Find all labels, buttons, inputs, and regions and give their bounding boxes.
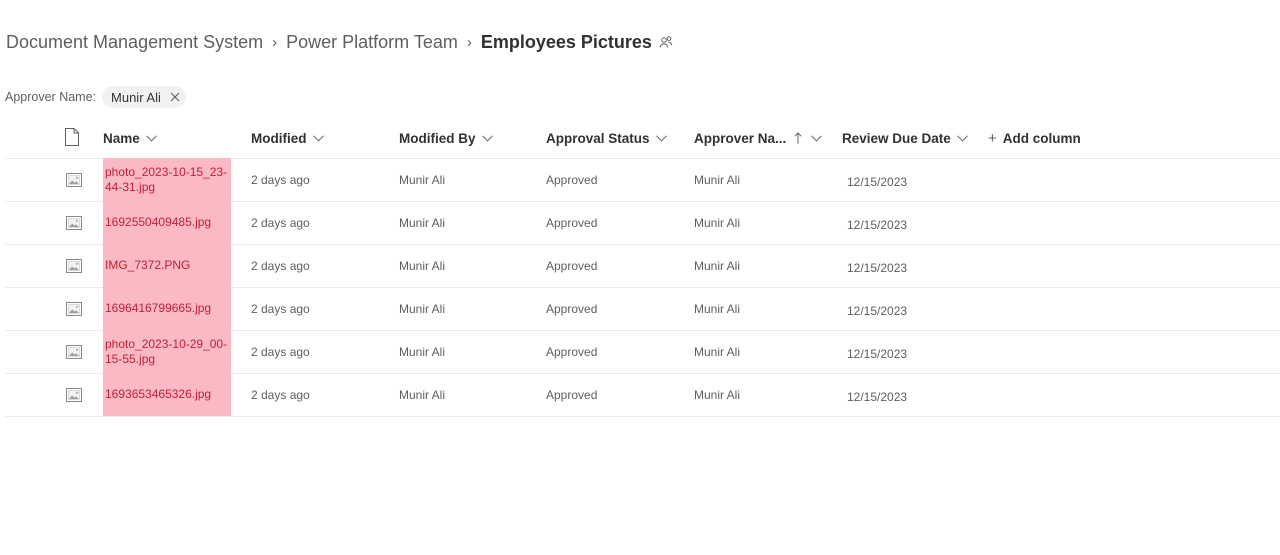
file-name-link[interactable]: photo_2023-10-15_23-44-31.jpg (103, 158, 231, 201)
review-due-date-cell: 12/15/2023 (847, 175, 908, 189)
column-header-label: Review Due Date (842, 130, 951, 146)
approver-name-cell[interactable]: Munir Ali (694, 159, 740, 201)
review-due-date-cell: 12/15/2023 (847, 261, 908, 275)
column-header-label: Modified By (399, 130, 476, 146)
close-icon[interactable] (170, 92, 180, 102)
chevron-down-icon (956, 134, 968, 142)
approval-status-cell: Approved (546, 388, 598, 402)
image-file-icon (66, 344, 82, 360)
review-due-date-cell: 12/15/2023 (847, 218, 908, 232)
document-list: photo_2023-10-15_23-44-31.jpg 2 days ago… (5, 158, 1280, 417)
column-header-review-due-date[interactable]: Review Due Date (842, 118, 968, 158)
approver-name-cell[interactable]: Munir Ali (694, 331, 740, 373)
review-due-date-cell: 12/15/2023 (847, 304, 908, 318)
people-icon[interactable] (659, 35, 673, 49)
approver-name-cell[interactable]: Munir Ali (694, 288, 740, 330)
file-name-link[interactable]: 1692550409485.jpg (103, 201, 231, 244)
modified-cell: 2 days ago (251, 173, 310, 187)
chevron-down-icon (655, 134, 667, 142)
column-header-row: Name Modified Modified By Approval Statu… (5, 118, 1280, 159)
modified-cell: 2 days ago (251, 302, 310, 316)
image-file-icon (66, 215, 82, 231)
table-row[interactable]: 1693653465326.jpg 2 days ago Munir Ali A… (5, 373, 1280, 417)
modified-cell: 2 days ago (251, 388, 310, 402)
add-column-button[interactable]: + Add column (988, 118, 1081, 158)
file-name-link[interactable]: photo_2023-10-29_00-15-55.jpg (103, 330, 231, 373)
file-name-link[interactable]: IMG_7372.PNG (103, 244, 231, 287)
approver-name-cell[interactable]: Munir Ali (694, 245, 740, 287)
breadcrumb-item-document-management-system[interactable]: Document Management System (6, 32, 263, 53)
table-row[interactable]: photo_2023-10-29_00-15-55.jpg 2 days ago… (5, 330, 1280, 374)
chevron-down-icon (481, 134, 493, 142)
chevron-down-icon (811, 134, 823, 142)
image-file-icon (66, 172, 82, 188)
document-icon (64, 127, 80, 149)
modified-by-cell[interactable]: Munir Ali (399, 374, 445, 416)
approval-status-cell: Approved (546, 345, 598, 359)
file-type-column-header[interactable] (64, 118, 80, 158)
modified-cell: 2 days ago (251, 259, 310, 273)
add-column-label: Add column (1002, 130, 1081, 146)
file-name-link[interactable]: 1693653465326.jpg (103, 373, 231, 416)
column-header-label: Approver Na... (694, 130, 787, 146)
table-row[interactable]: 1692550409485.jpg 2 days ago Munir Ali A… (5, 201, 1280, 245)
modified-by-cell[interactable]: Munir Ali (399, 288, 445, 330)
approver-name-cell[interactable]: Munir Ali (694, 202, 740, 244)
approval-status-cell: Approved (546, 216, 598, 230)
chevron-down-icon (145, 134, 157, 142)
column-header-modified[interactable]: Modified (251, 118, 324, 158)
plus-icon: + (988, 129, 997, 147)
breadcrumb: Document Management System › Power Platf… (6, 30, 673, 54)
approver-name-cell[interactable]: Munir Ali (694, 374, 740, 416)
table-row[interactable]: 1696416799665.jpg 2 days ago Munir Ali A… (5, 287, 1280, 331)
modified-by-cell[interactable]: Munir Ali (399, 202, 445, 244)
page-title: Employees Pictures (480, 31, 652, 52)
approval-status-cell: Approved (546, 302, 598, 316)
file-name-link[interactable]: 1696416799665.jpg (103, 287, 231, 330)
table-row[interactable]: photo_2023-10-15_23-44-31.jpg 2 days ago… (5, 158, 1280, 202)
filter-pill-value: Munir Ali (111, 89, 161, 105)
breadcrumb-item-power-platform-team[interactable]: Power Platform Team (286, 32, 458, 53)
image-file-icon (66, 387, 82, 403)
modified-by-cell[interactable]: Munir Ali (399, 245, 445, 287)
image-file-icon (66, 258, 82, 274)
chevron-right-icon: › (272, 33, 278, 51)
sort-ascending-icon (794, 132, 802, 144)
column-header-name[interactable]: Name (103, 118, 157, 158)
column-header-label: Modified (251, 130, 307, 146)
modified-by-cell[interactable]: Munir Ali (399, 331, 445, 373)
column-header-approver-name[interactable]: Approver Na... (694, 118, 823, 158)
review-due-date-cell: 12/15/2023 (847, 347, 908, 361)
column-header-label: Name (103, 130, 140, 146)
column-header-label: Approval Status (546, 130, 650, 146)
modified-cell: 2 days ago (251, 216, 310, 230)
approval-status-cell: Approved (546, 259, 598, 273)
chevron-down-icon (312, 134, 324, 142)
modified-by-cell[interactable]: Munir Ali (399, 159, 445, 201)
review-due-date-cell: 12/15/2023 (847, 390, 908, 404)
approval-status-cell: Approved (546, 173, 598, 187)
column-header-modified-by[interactable]: Modified By (399, 118, 493, 158)
filter-row: Approver Name: Munir Ali (5, 85, 186, 109)
chevron-right-icon: › (466, 33, 472, 51)
column-header-approval-status[interactable]: Approval Status (546, 118, 667, 158)
filter-pill[interactable]: Munir Ali (102, 86, 186, 108)
modified-cell: 2 days ago (251, 345, 310, 359)
table-row[interactable]: IMG_7372.PNG 2 days ago Munir Ali Approv… (5, 244, 1280, 288)
filter-label: Approver Name: (5, 90, 97, 104)
image-file-icon (66, 301, 82, 317)
